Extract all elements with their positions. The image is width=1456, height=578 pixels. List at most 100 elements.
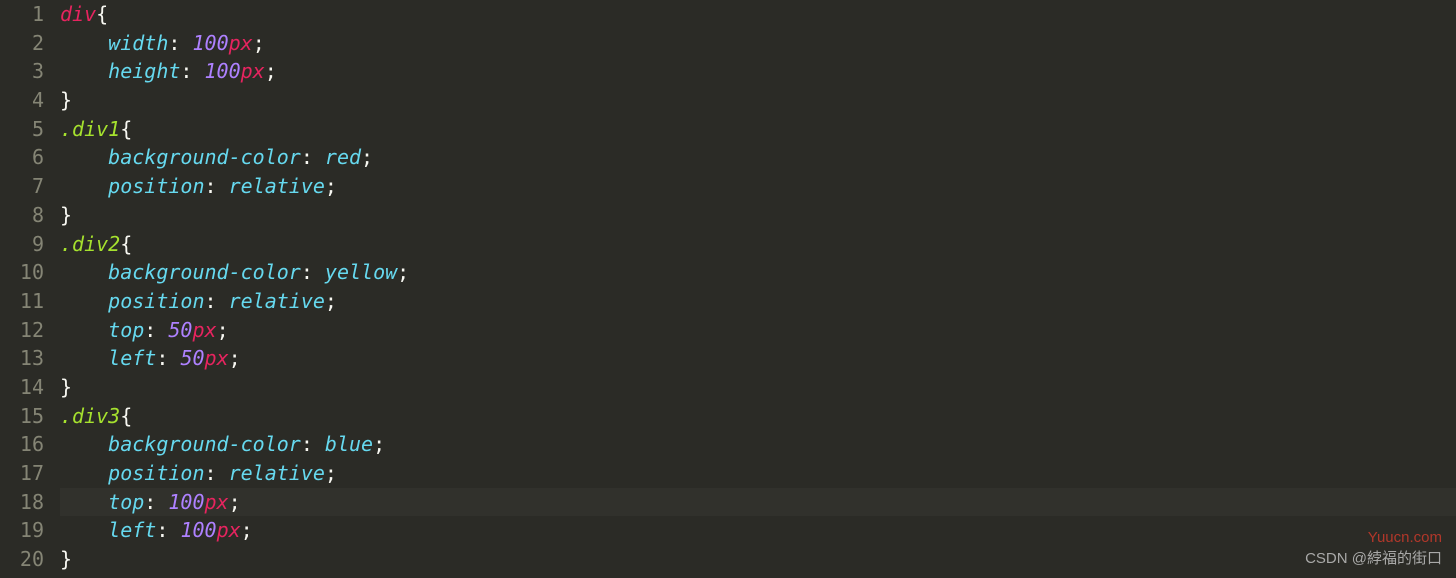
token-plain: } xyxy=(60,547,72,571)
token-unit: px xyxy=(205,490,229,514)
token-prop: width xyxy=(108,31,168,55)
code-line[interactable]: position: relative; xyxy=(60,172,1456,201)
token-plain xyxy=(60,461,108,485)
token-plain xyxy=(60,174,108,198)
line-number: 8 xyxy=(0,201,44,230)
token-prop: background-color xyxy=(108,260,301,284)
line-number: 3 xyxy=(0,57,44,86)
token-unit: px xyxy=(192,318,216,342)
line-number-gutter: 1234567891011121314151617181920 xyxy=(0,0,60,578)
code-line[interactable]: .div2{ xyxy=(60,230,1456,259)
token-num: 50 xyxy=(180,346,204,370)
code-line[interactable]: left: 100px; xyxy=(60,516,1456,545)
token-plain: ; xyxy=(397,260,409,284)
token-num: 50 xyxy=(168,318,192,342)
code-line[interactable]: position: relative; xyxy=(60,459,1456,488)
code-line[interactable]: background-color: yellow; xyxy=(60,258,1456,287)
line-number: 15 xyxy=(0,402,44,431)
token-plain: ; xyxy=(373,432,385,456)
line-number: 10 xyxy=(0,258,44,287)
watermark-yuucn: Yuucn.com xyxy=(1368,529,1442,546)
token-plain: } xyxy=(60,88,72,112)
token-plain: { xyxy=(120,404,132,428)
code-line[interactable]: top: 100px; xyxy=(60,488,1456,517)
token-plain xyxy=(60,260,108,284)
token-plain: } xyxy=(60,375,72,399)
token-plain: { xyxy=(120,232,132,256)
token-prop: position xyxy=(108,461,204,485)
code-line[interactable]: } xyxy=(60,373,1456,402)
token-unit: px xyxy=(229,31,253,55)
line-number: 18 xyxy=(0,488,44,517)
token-plain: ; xyxy=(361,145,373,169)
token-cls: .div3 xyxy=(60,404,120,428)
token-sel: div xyxy=(60,2,96,26)
line-number: 5 xyxy=(0,115,44,144)
token-unit: px xyxy=(217,518,241,542)
token-plain: : xyxy=(144,318,168,342)
token-plain: ; xyxy=(229,346,241,370)
code-line[interactable]: } xyxy=(60,86,1456,115)
line-number: 19 xyxy=(0,516,44,545)
line-number: 12 xyxy=(0,316,44,345)
token-prop: top xyxy=(108,318,144,342)
token-plain xyxy=(60,318,108,342)
code-line[interactable]: } xyxy=(60,545,1456,574)
token-unit: px xyxy=(241,59,265,83)
token-val: red xyxy=(325,145,361,169)
code-line[interactable]: div{ xyxy=(60,0,1456,29)
token-plain: : xyxy=(205,461,229,485)
token-plain: } xyxy=(60,203,72,227)
line-number: 20 xyxy=(0,545,44,574)
line-number: 9 xyxy=(0,230,44,259)
code-area[interactable]: div{ width: 100px; height: 100px;}.div1{… xyxy=(60,0,1456,578)
token-prop: background-color xyxy=(108,145,301,169)
token-plain: : xyxy=(144,490,168,514)
code-editor[interactable]: 1234567891011121314151617181920 div{ wid… xyxy=(0,0,1456,578)
token-plain: ; xyxy=(265,59,277,83)
token-prop: position xyxy=(108,174,204,198)
token-val: relative xyxy=(229,174,325,198)
line-number: 1 xyxy=(0,0,44,29)
token-val: relative xyxy=(229,289,325,313)
code-line[interactable]: .div1{ xyxy=(60,115,1456,144)
code-line[interactable]: top: 50px; xyxy=(60,316,1456,345)
line-number: 7 xyxy=(0,172,44,201)
code-line[interactable]: width: 100px; xyxy=(60,29,1456,58)
token-plain xyxy=(60,59,108,83)
token-num: 100 xyxy=(205,59,241,83)
token-plain: : xyxy=(180,59,204,83)
token-plain xyxy=(60,346,108,370)
token-plain: : xyxy=(156,346,180,370)
token-prop: left xyxy=(108,518,156,542)
token-plain: { xyxy=(120,117,132,141)
code-line[interactable]: background-color: blue; xyxy=(60,430,1456,459)
token-val: blue xyxy=(325,432,373,456)
token-val: relative xyxy=(229,461,325,485)
code-line[interactable]: height: 100px; xyxy=(60,57,1456,86)
code-line[interactable]: } xyxy=(60,201,1456,230)
token-plain: : xyxy=(301,260,325,284)
line-number: 6 xyxy=(0,143,44,172)
token-plain xyxy=(60,432,108,456)
token-prop: top xyxy=(108,490,144,514)
token-plain: ; xyxy=(325,461,337,485)
token-plain: : xyxy=(168,31,192,55)
token-plain: ; xyxy=(325,174,337,198)
watermark-csdn: CSDN @綍福的街口 xyxy=(1305,547,1442,568)
line-number: 2 xyxy=(0,29,44,58)
token-plain xyxy=(60,145,108,169)
token-prop: background-color xyxy=(108,432,301,456)
token-plain: : xyxy=(301,432,325,456)
code-line[interactable]: position: relative; xyxy=(60,287,1456,316)
token-plain xyxy=(60,289,108,313)
line-number: 14 xyxy=(0,373,44,402)
code-line[interactable]: left: 50px; xyxy=(60,344,1456,373)
token-num: 100 xyxy=(192,31,228,55)
code-line[interactable]: .div3{ xyxy=(60,402,1456,431)
token-num: 100 xyxy=(180,518,216,542)
line-number: 17 xyxy=(0,459,44,488)
code-line[interactable]: background-color: red; xyxy=(60,143,1456,172)
token-prop: height xyxy=(108,59,180,83)
token-prop: left xyxy=(108,346,156,370)
